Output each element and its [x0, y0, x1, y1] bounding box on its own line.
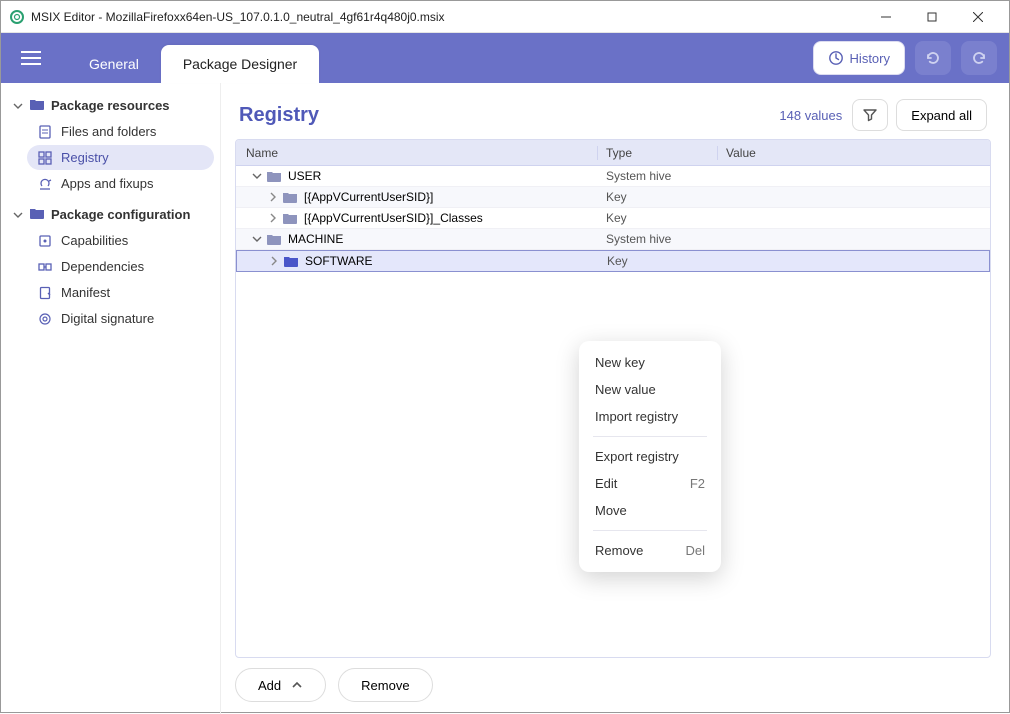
close-button[interactable] — [955, 1, 1001, 33]
ctx-move[interactable]: Move — [579, 497, 721, 524]
chevron-down-icon[interactable] — [252, 234, 262, 244]
folder-icon — [266, 232, 282, 246]
column-value[interactable]: Value — [718, 146, 968, 160]
sidebar-item-signature[interactable]: Digital signature — [27, 306, 214, 331]
add-button[interactable]: Add — [235, 668, 326, 702]
row-type: System hive — [598, 169, 718, 183]
main-tabs: General Package Designer — [67, 33, 319, 83]
ctx-remove[interactable]: RemoveDel — [579, 537, 721, 564]
table-row[interactable]: SOFTWARE Key — [236, 250, 990, 272]
chevron-right-icon[interactable] — [268, 213, 278, 223]
registry-icon — [37, 151, 53, 165]
file-icon — [37, 125, 53, 139]
ctx-new-key[interactable]: New key — [579, 349, 721, 376]
sidebar-item-capabilities[interactable]: Capabilities — [27, 228, 214, 253]
sidebar-item-registry[interactable]: Registry — [27, 145, 214, 170]
filter-icon — [862, 107, 878, 123]
chevron-down-icon — [13, 210, 23, 220]
minimize-button[interactable] — [863, 1, 909, 33]
row-name: [{AppVCurrentUserSID}]_Classes — [304, 211, 483, 225]
sidebar-item-dependencies[interactable]: Dependencies — [27, 254, 214, 279]
window-title: MSIX Editor - MozillaFirefoxx64en-US_107… — [31, 10, 863, 24]
row-type: System hive — [598, 232, 718, 246]
table-header: Name Type Value — [236, 140, 990, 166]
sidebar-item-manifest[interactable]: Manifest — [27, 280, 214, 305]
chevron-up-icon — [291, 679, 303, 691]
folder-icon — [283, 254, 299, 268]
context-menu: New key New value Import registry Export… — [579, 341, 721, 572]
remove-button[interactable]: Remove — [338, 668, 432, 702]
table-row[interactable]: [{AppVCurrentUserSID}]_Classes Key — [236, 208, 990, 229]
folder-icon — [282, 190, 298, 204]
row-name: USER — [288, 169, 321, 183]
apps-icon — [37, 177, 53, 191]
chevron-right-icon[interactable] — [269, 256, 279, 266]
row-type: Key — [598, 190, 718, 204]
maximize-button[interactable] — [909, 1, 955, 33]
tab-general[interactable]: General — [67, 45, 161, 83]
expand-all-button[interactable]: Expand all — [896, 99, 987, 131]
ctx-edit[interactable]: EditF2 — [579, 470, 721, 497]
table-row[interactable]: MACHINE System hive — [236, 229, 990, 250]
page-title: Registry — [239, 104, 319, 127]
column-name[interactable]: Name — [236, 146, 598, 160]
sidebar: Package resources Files and folders Regi… — [1, 83, 221, 714]
row-name: SOFTWARE — [305, 254, 373, 268]
history-button[interactable]: History — [813, 41, 905, 75]
ctx-export[interactable]: Export registry — [579, 443, 721, 470]
tab-package-designer[interactable]: Package Designer — [161, 45, 319, 83]
app-logo-icon — [9, 9, 25, 25]
folder-icon — [282, 211, 298, 225]
main-panel: Registry 148 values Expand all Name Type… — [221, 83, 1009, 714]
row-type: Key — [598, 211, 718, 225]
sidebar-group-label: Package resources — [51, 98, 170, 113]
history-label: History — [850, 51, 890, 66]
chevron-right-icon[interactable] — [268, 192, 278, 202]
ctx-import[interactable]: Import registry — [579, 403, 721, 430]
signature-icon — [37, 312, 53, 326]
filter-button[interactable] — [852, 99, 888, 131]
table-row[interactable]: USER System hive — [236, 166, 990, 187]
row-name: MACHINE — [288, 232, 343, 246]
clock-icon — [828, 50, 844, 66]
folder-icon — [29, 97, 45, 114]
redo-button[interactable] — [961, 41, 997, 75]
sidebar-item-apps[interactable]: Apps and fixups — [27, 171, 214, 196]
folder-icon — [29, 206, 45, 223]
value-count: 148 values — [779, 108, 842, 123]
dependencies-icon — [37, 260, 53, 274]
title-bar: MSIX Editor - MozillaFirefoxx64en-US_107… — [1, 1, 1009, 33]
redo-icon — [970, 49, 988, 67]
ctx-new-value[interactable]: New value — [579, 376, 721, 403]
sidebar-group-config[interactable]: Package configuration — [7, 202, 214, 227]
table-row[interactable]: [{AppVCurrentUserSID}] Key — [236, 187, 990, 208]
sidebar-group-resources[interactable]: Package resources — [7, 93, 214, 118]
menu-button[interactable] — [21, 44, 49, 72]
sidebar-item-files[interactable]: Files and folders — [27, 119, 214, 144]
manifest-icon — [37, 286, 53, 300]
undo-button[interactable] — [915, 41, 951, 75]
row-type: Key — [599, 254, 719, 268]
sidebar-group-label: Package configuration — [51, 207, 190, 222]
row-name: [{AppVCurrentUserSID}] — [304, 190, 433, 204]
capabilities-icon — [37, 234, 53, 248]
folder-icon — [266, 169, 282, 183]
top-toolbar: General Package Designer History — [1, 33, 1009, 83]
column-type[interactable]: Type — [598, 146, 718, 160]
chevron-down-icon[interactable] — [252, 171, 262, 181]
chevron-down-icon — [13, 101, 23, 111]
undo-icon — [924, 49, 942, 67]
